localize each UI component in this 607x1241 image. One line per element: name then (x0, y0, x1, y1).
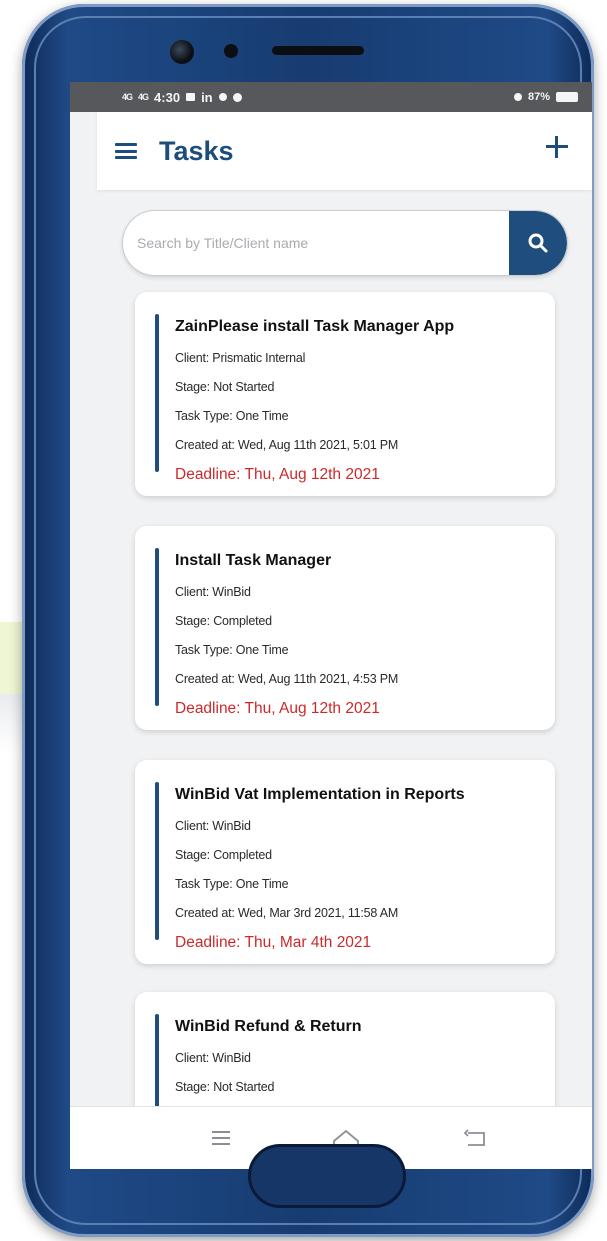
search-bar (122, 210, 568, 276)
search-input[interactable] (123, 211, 509, 275)
status-time: 4:30 (154, 89, 181, 105)
task-stage: Stage: Not Started (175, 380, 275, 394)
task-title: WinBid Vat Implementation in Reports (175, 786, 465, 803)
back-icon[interactable] (456, 1121, 496, 1155)
card-accent-bar (155, 548, 159, 706)
task-card[interactable]: WinBid Vat Implementation in Reports Cli… (135, 760, 555, 964)
task-deadline: Deadline: Thu, Aug 12th 2021 (175, 466, 380, 483)
hardware-home-button[interactable] (248, 1144, 406, 1208)
alarm-icon (513, 93, 522, 101)
plus-icon[interactable] (544, 134, 570, 160)
task-client: Client: WinBid (175, 1051, 251, 1065)
signal-icon: 4G (122, 92, 133, 102)
task-type: Task Type: One Time (175, 877, 289, 891)
signal-icon-2: 4G (138, 92, 149, 102)
task-title: ZainPlease install Task Manager App (175, 318, 455, 335)
front-camera (170, 40, 194, 64)
status-bar: 4G 4G 4:30 in 87% (70, 82, 592, 112)
recents-icon[interactable] (200, 1121, 240, 1155)
page-title: Tasks (159, 135, 234, 166)
task-created: Created at: Wed, Aug 11th 2021, 5:01 PM (175, 438, 399, 452)
notification-icon (186, 93, 196, 101)
phone-screen: 4G 4G 4:30 in 87% Tasks Search by Title/… (70, 82, 592, 1169)
task-stage: Stage: Completed (175, 848, 272, 862)
task-stage: Stage: Not Started (175, 1080, 275, 1094)
task-title: WinBid Refund & Return (175, 1018, 362, 1035)
task-client: Client: Prismatic Internal (175, 351, 306, 365)
task-deadline: Deadline: Thu, Aug 12th 2021 (175, 700, 380, 717)
task-type: Task Type: One Time (175, 643, 289, 657)
task-card[interactable]: Install Task Manager Client: WinBid Stag… (135, 526, 555, 730)
hamburger-icon[interactable] (115, 143, 137, 159)
task-created: Created at: Wed, Mar 3rd 2021, 11:58 AM (175, 906, 399, 920)
task-client: Client: WinBid (175, 819, 251, 833)
task-created: Created at: Wed, Aug 11th 2021, 4:53 PM (175, 672, 399, 686)
app-notification-icon-2 (232, 92, 242, 102)
task-title: Install Task Manager (175, 552, 332, 569)
battery-icon (556, 92, 578, 102)
battery-percent: 87% (527, 91, 550, 103)
task-client: Client: WinBid (175, 585, 251, 599)
search-icon (528, 233, 548, 253)
phone-frame: 4G 4G 4:30 in 87% Tasks Search by Title/… (22, 4, 594, 1237)
linkedin-icon: in (201, 89, 213, 105)
card-accent-bar (155, 314, 159, 472)
search-button[interactable] (509, 211, 567, 275)
task-type: Task Type: One Time (175, 409, 289, 423)
task-stage: Stage: Completed (175, 614, 272, 628)
earpiece-speaker (272, 46, 364, 55)
app-notification-icon (218, 93, 227, 101)
app-bar: Tasks (97, 112, 592, 190)
task-card[interactable]: ZainPlease install Task Manager App Clie… (135, 292, 555, 496)
card-accent-bar (155, 782, 159, 940)
proximity-sensor (224, 44, 238, 58)
task-deadline: Deadline: Thu, Mar 4th 2021 (175, 934, 372, 951)
